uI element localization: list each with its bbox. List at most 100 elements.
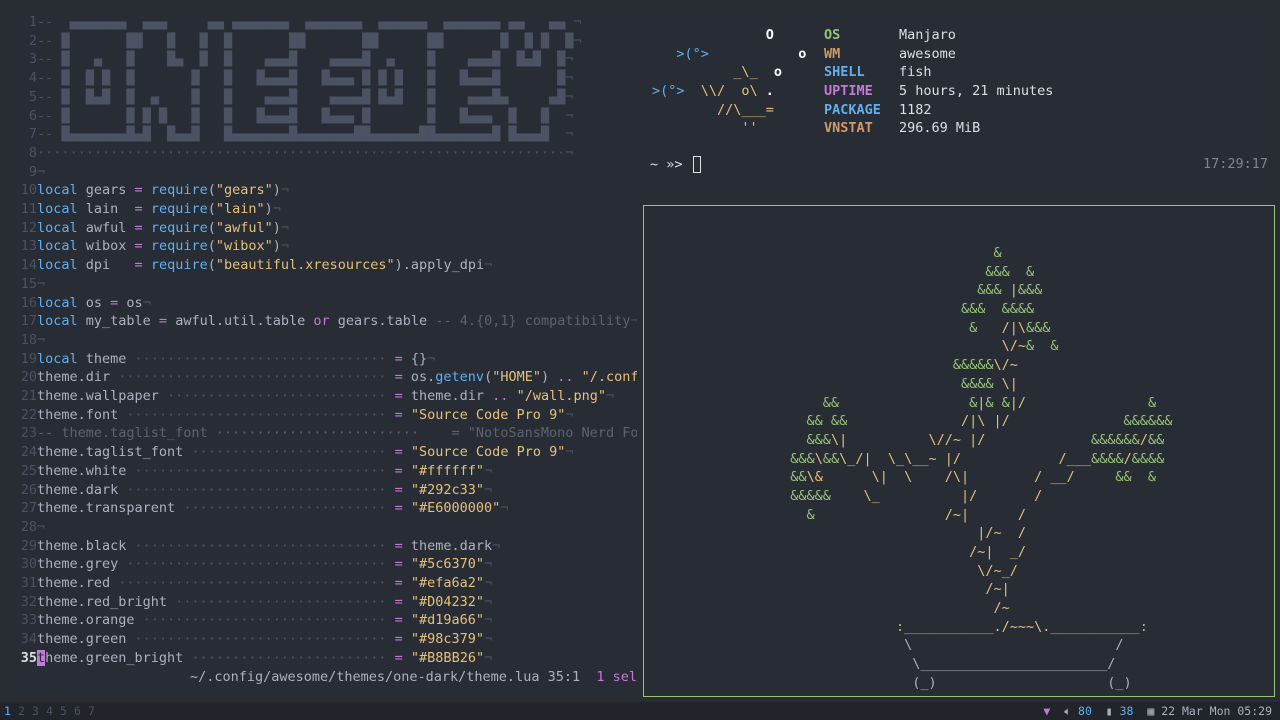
text-segment: ¬ <box>272 201 281 217</box>
text-segment: t <box>37 649 46 666</box>
text-segment: local <box>37 313 78 330</box>
line-number: 29 <box>20 537 37 554</box>
editor-window[interactable]: 1-- ▄▄▄▄▄▄▄ ▄▄▄ ▄▄ ▄▄▄▄▄▄▄ ▄▄▄▄▄▄▄ ▄▄▄▄▄… <box>6 6 637 695</box>
code-line[interactable]: 19local theme ··························… <box>6 350 637 369</box>
code-line[interactable]: 34theme.green ··························… <box>6 630 637 649</box>
line-content: local os = os¬ <box>37 294 151 313</box>
text-segment: = <box>386 612 403 629</box>
code-line[interactable]: 22theme.font ···························… <box>6 406 637 425</box>
tag-5[interactable]: 5 <box>60 702 74 720</box>
code-line[interactable]: 25theme.white ··························… <box>6 462 637 481</box>
text-segment: \/~ <box>993 357 1018 374</box>
tag-3[interactable]: 3 <box>32 702 46 720</box>
bonsai-line: \/~& & <box>644 337 1274 356</box>
text-segment: /|\ |/ <box>847 413 1010 430</box>
terminal-fetch[interactable]: O >(°> o _\_ o >(°> \\/ o\ . //\___= '' O… <box>642 6 1274 198</box>
calendar-icon[interactable]: ▦ <box>1147 704 1154 718</box>
text-segment: ·························· <box>175 593 387 610</box>
battery-icon[interactable]: ▮ <box>1106 704 1113 718</box>
status-path: ~/.config/awesome/themes/one-dark/theme.… <box>189 669 581 685</box>
shell-prompt[interactable]: ~ »> <box>650 156 701 173</box>
bonsai-line: \ / <box>644 636 1274 655</box>
vpn-icon[interactable]: ▼ <box>1043 704 1050 718</box>
code-line[interactable]: 28¬ <box>6 518 637 537</box>
text-segment: \_______________________/ <box>644 656 1116 673</box>
text-segment: ) <box>272 219 281 236</box>
tag-6[interactable]: 6 <box>74 702 88 720</box>
code-line[interactable]: 13local wibox = require("wibox")¬ <box>6 237 637 256</box>
text-segment: &&& <box>1026 319 1051 336</box>
text-segment: "Source Code Pro 9" <box>402 406 566 423</box>
code-line[interactable]: 1-- ▄▄▄▄▄▄▄ ▄▄▄ ▄▄ ▄▄▄▄▄▄▄ ▄▄▄▄▄▄▄ ▄▄▄▄▄… <box>6 13 637 32</box>
line-number: 17 <box>20 313 37 330</box>
code-line[interactable]: 23-- theme.taglist_font ················… <box>6 424 637 443</box>
code-line[interactable]: 2-- █ ██ █ █ █ ██ ██ ██ █ █ █ █¬ <box>6 32 637 51</box>
prompt-time: 17:29:17 <box>1202 156 1268 172</box>
line-number: 12 <box>20 219 37 236</box>
system-info: OS Manjaro WM awesome SHELL fish UPTIME 5 hours… <box>824 26 1053 138</box>
code-line[interactable]: 17local my_table = awful.util.table or g… <box>6 312 637 331</box>
code-line[interactable]: 6-- █ █ █ █ █ █ █▄▄▄█ █▄▄▄ █ █ █▄▄▄ █ █ … <box>6 107 637 126</box>
line-content: local wibox = require("wibox")¬ <box>37 237 289 256</box>
line-number: 34 <box>20 631 37 648</box>
text-segment: /___ <box>961 450 1092 467</box>
tag-4[interactable]: 4 <box>46 702 60 720</box>
text-segment: theme <box>77 350 135 367</box>
tag-1[interactable]: 1 <box>4 702 18 720</box>
code-line[interactable]: 3-- █ ▄ █ █▄ █ █ ▄▄▄█ ▄▄▄▄█ ▄ █ ▄▄▄█ █▄█… <box>6 50 637 69</box>
sysinfo-key: WM <box>824 45 841 62</box>
wibar: 1234567 ▼ 🔈︎ 80 ▮ 38 ▦ 22 Mar Mon 05:29 <box>0 702 1280 720</box>
code-line[interactable]: 32theme.red_bright ·····················… <box>6 593 637 612</box>
code-line[interactable]: 7-- █▄▄▄▄▄▄▄█▄█ █▄▄█ █▄▄▄▄▄▄▄█▄▄▄▄▄▄▄██▄… <box>6 125 637 144</box>
code-line[interactable]: 9¬ <box>6 163 637 182</box>
text-segment: &&& & <box>644 263 1035 280</box>
text-segment: &&&&& <box>644 487 831 504</box>
code-line[interactable]: 4-- █ █ █ █ █ █ █▄▄▄█ █▄▄▄ █ █ █ █ █▄▄▄█… <box>6 69 637 88</box>
terminal-bonsai[interactable]: & &&& & &&& |&&& &&& &&&& & /|\&&& \/~& … <box>643 205 1275 697</box>
text-segment: ( <box>207 257 216 274</box>
code-line[interactable]: 24theme.taglist_font ···················… <box>6 443 637 462</box>
code-line[interactable]: 30theme.grey ···························… <box>6 555 637 574</box>
text-segment: ································ <box>126 556 387 573</box>
art-line: >(°> \\/ o\ . <box>652 82 806 101</box>
text-segment: ································ <box>126 406 387 423</box>
line-number: 23 <box>20 425 37 442</box>
text-segment: local <box>37 182 78 199</box>
code-line[interactable]: 31theme.red ····························… <box>6 574 637 593</box>
tag-7[interactable]: 7 <box>88 702 102 720</box>
line-content: -- █▄▄▄▄▄▄▄█▄█ █▄▄█ █▄▄▄▄▄▄▄█▄▄▄▄▄▄▄██▄▄… <box>37 125 573 144</box>
code-line[interactable]: 27theme.transparent ····················… <box>6 499 637 518</box>
code-line[interactable]: 21theme.wallpaper ······················… <box>6 387 637 406</box>
code-line[interactable]: 16local os = os¬ <box>6 294 637 313</box>
text-segment: ¬ <box>280 182 290 199</box>
text-segment: require <box>142 182 208 199</box>
text-segment: ¬ <box>280 238 290 255</box>
code-line[interactable]: 33theme.orange ·························… <box>6 611 637 630</box>
text-segment: = <box>134 238 143 255</box>
text-segment: require <box>142 238 208 255</box>
code-line[interactable]: 26theme.dark ···························… <box>6 481 637 500</box>
code-line[interactable]: 18¬ <box>6 331 637 350</box>
code-line[interactable]: 20theme.dir ····························… <box>6 368 637 387</box>
code-line[interactable]: 10local gears = require("gears")¬ <box>6 181 637 200</box>
bonsai-line: \_______________________/ <box>644 655 1274 674</box>
tag-2[interactable]: 2 <box>18 702 32 720</box>
text-segment: or <box>313 313 330 330</box>
text-segment: ).apply_dpi <box>394 257 485 274</box>
line-content: theme.dir ······························… <box>37 368 637 387</box>
code-line[interactable]: 14local dpi = require("beautiful.xresour… <box>6 256 637 275</box>
text-segment: ¬ <box>484 257 493 274</box>
line-content: ¬ <box>37 275 45 294</box>
text-segment: theme.white <box>37 462 135 479</box>
code-line[interactable]: 8·······································… <box>6 144 637 163</box>
line-content: -- █ █▄█ █ ▄ █ █ ▄▄▄█ ▄▄▄▄█ █▄█ █ ▄▄▄█▄ … <box>37 88 573 107</box>
code-line[interactable]: 35theme.green_bright ···················… <box>6 649 637 668</box>
code-line[interactable]: 5-- █ █▄█ █ ▄ █ █ ▄▄▄█ ▄▄▄▄█ █▄█ █ ▄▄▄█▄… <box>6 88 637 107</box>
code-line[interactable]: 15¬ <box>6 275 637 294</box>
code-line[interactable]: 29theme.black ··························… <box>6 537 637 556</box>
volume-icon[interactable]: 🔈︎ <box>1064 704 1071 718</box>
code-line[interactable]: 12local awful = require("awful")¬ <box>6 219 637 238</box>
code-line[interactable]: 11local lain = require("lain")¬ <box>6 200 637 219</box>
bonsai-line: &&&&& \_ |/ / <box>644 487 1274 506</box>
text-segment: \| <box>1001 375 1018 392</box>
